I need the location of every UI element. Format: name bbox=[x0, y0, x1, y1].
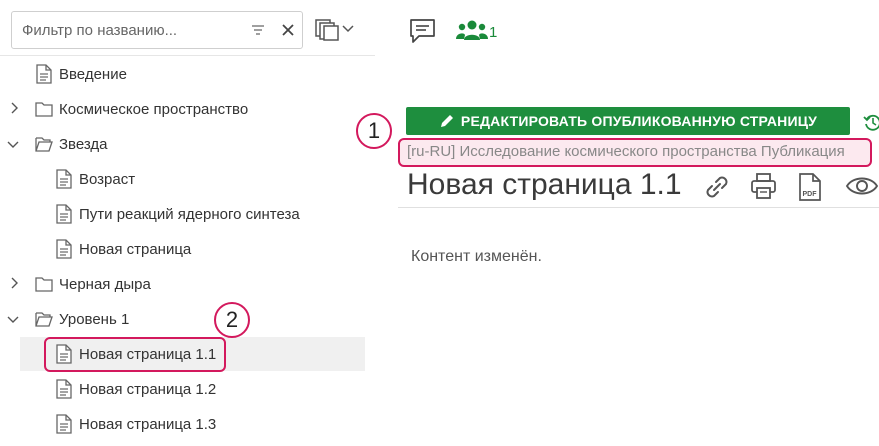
filter-input[interactable] bbox=[22, 12, 242, 48]
chevron-right-icon[interactable] bbox=[8, 277, 20, 289]
pencil-icon bbox=[440, 115, 453, 127]
chevron-down-icon[interactable] bbox=[342, 25, 354, 33]
edit-published-page-button[interactable]: РЕДАКТИРОВАТЬ ОПУБЛИКОВАННУЮ СТРАНИЦУ bbox=[406, 107, 850, 135]
users-count: 1 bbox=[489, 24, 498, 41]
pdf-icon[interactable]: PDF bbox=[798, 172, 822, 202]
page-content: Контент изменён. bbox=[411, 248, 542, 265]
history-icon[interactable] bbox=[863, 113, 879, 131]
tree-item-label: Новая страница 1.1 bbox=[79, 345, 217, 363]
page-icon bbox=[36, 64, 52, 84]
tree-item-new-page-1-2[interactable]: Новая страница 1.2 bbox=[55, 374, 216, 404]
callout-badge-2: 2 bbox=[214, 302, 250, 338]
tree-item-label: Новая страница 1.3 bbox=[79, 415, 217, 433]
folder-open-icon bbox=[35, 312, 53, 327]
chevron-down-icon[interactable] bbox=[7, 138, 19, 150]
print-icon[interactable] bbox=[750, 172, 777, 200]
tree-item-label: Новая страница bbox=[79, 240, 192, 258]
clear-icon[interactable] bbox=[279, 21, 297, 39]
page-icon bbox=[56, 414, 72, 434]
copy-icon[interactable] bbox=[315, 19, 339, 41]
tree-item-introduction[interactable]: Введение bbox=[35, 59, 127, 89]
tree-item-black-hole[interactable]: Черная дыра bbox=[35, 269, 151, 299]
users-icon[interactable] bbox=[456, 19, 488, 41]
tree-item-label: Звезда bbox=[59, 135, 108, 153]
tree-item-label: Уровень 1 bbox=[59, 310, 130, 328]
tree-item-new-page[interactable]: Новая страница bbox=[55, 234, 191, 264]
page-icon bbox=[56, 379, 72, 399]
tree-item-label: Возраст bbox=[79, 170, 136, 188]
tree-item-label: Черная дыра bbox=[59, 275, 151, 293]
page-title: Новая страница 1.1 bbox=[407, 168, 682, 201]
tree-item-fusion-paths[interactable]: Пути реакций ядерного синтеза bbox=[55, 199, 300, 229]
page-icon bbox=[56, 169, 72, 189]
filter-box bbox=[11, 11, 303, 49]
divider bbox=[398, 207, 879, 208]
tree-item-space[interactable]: Космическое пространство bbox=[35, 94, 248, 124]
page-icon bbox=[56, 239, 72, 259]
tree-item-age[interactable]: Возраст bbox=[55, 164, 135, 194]
tree-item-label: Введение bbox=[59, 65, 127, 83]
edit-button-label: РЕДАКТИРОВАТЬ ОПУБЛИКОВАННУЮ СТРАНИЦУ bbox=[460, 113, 818, 129]
tree-item-star[interactable]: Звезда bbox=[35, 129, 108, 159]
page-icon bbox=[56, 344, 72, 364]
page-icon bbox=[56, 204, 72, 224]
eye-icon[interactable] bbox=[845, 174, 879, 198]
link-icon[interactable] bbox=[701, 174, 733, 200]
tree-item-label: Космическое пространство bbox=[59, 100, 249, 118]
chevron-right-icon[interactable] bbox=[8, 102, 20, 114]
folder-icon bbox=[35, 102, 53, 117]
callout-badge-1: 1 bbox=[356, 113, 392, 149]
comment-icon[interactable] bbox=[409, 18, 436, 44]
tree-item-new-page-1-1[interactable]: Новая страница 1.1 bbox=[55, 339, 216, 369]
folder-icon bbox=[35, 277, 53, 292]
folder-open-icon bbox=[35, 137, 53, 152]
tree-item-level-1[interactable]: Уровень 1 bbox=[35, 304, 129, 334]
tree-item-label: Пути реакций ядерного синтеза bbox=[79, 205, 300, 223]
svg-text:PDF: PDF bbox=[803, 191, 818, 198]
tree-item-new-page-1-3[interactable]: Новая страница 1.3 bbox=[55, 409, 216, 439]
sort-filter-icon[interactable] bbox=[250, 22, 266, 38]
chevron-down-icon[interactable] bbox=[7, 313, 19, 325]
space-label: [ru-RU] Исследование космического простр… bbox=[407, 143, 845, 160]
divider bbox=[0, 55, 375, 56]
tree-item-label: Новая страница 1.2 bbox=[79, 380, 217, 398]
